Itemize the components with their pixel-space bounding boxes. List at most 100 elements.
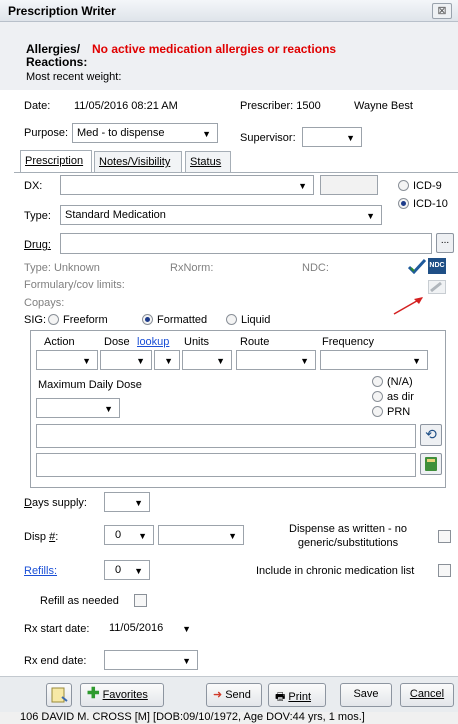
print-button[interactable]: 🖶 Print — [268, 683, 326, 707]
drug-reference-icon[interactable]: NDC — [428, 258, 446, 274]
icd9-radio[interactable]: ICD-9 — [398, 180, 442, 192]
sig-liquid-radio[interactable]: Liquid — [226, 314, 270, 326]
action-header: Action — [44, 336, 75, 348]
favorites-button[interactable]: ✚ Favorites — [80, 683, 164, 707]
radio-icon — [372, 406, 383, 417]
radio-selected-icon — [142, 314, 153, 325]
frequency-header: Frequency — [322, 336, 374, 348]
chevron-down-icon: ▼ — [82, 356, 91, 366]
prescriber-label: Prescriber: 1500 — [240, 100, 321, 112]
chronic-label: Include in chronic medication list — [256, 565, 415, 577]
chevron-down-icon: ▼ — [164, 356, 173, 366]
sig-freeform-radio[interactable]: Freeform — [48, 314, 108, 326]
formulary-label: Formulary/cov limits: — [24, 279, 125, 291]
days-supply-select[interactable]: ▼ — [104, 492, 150, 512]
dx-label: DX: — [24, 180, 43, 192]
refill-as-needed-label: Refill as needed — [40, 595, 119, 607]
chevron-down-icon: ▼ — [182, 656, 191, 666]
notes-button[interactable] — [46, 683, 72, 707]
tab-divider — [14, 172, 458, 173]
checkmark-icon[interactable] — [407, 258, 427, 275]
printer-icon: 🖶 — [275, 691, 286, 703]
refresh-icon[interactable]: ⟲ — [420, 424, 442, 446]
start-date-value: 11/05/2016 — [109, 622, 164, 634]
close-button[interactable]: ⊠ — [432, 3, 452, 19]
units-select[interactable]: ▼ — [182, 350, 232, 370]
type-value: Standard Medication — [65, 209, 166, 221]
radio-icon — [48, 314, 59, 325]
dose-fraction-select[interactable]: ▼ — [154, 350, 180, 370]
refills-select[interactable]: 0 ▼ — [104, 560, 150, 580]
sig-formatted-radio[interactable]: Formatted — [142, 314, 207, 326]
chevron-down-icon: ▼ — [412, 356, 421, 366]
date-label: Date: — [24, 100, 51, 112]
action-select[interactable]: ▼ — [36, 350, 98, 370]
sig-note-field[interactable] — [36, 453, 416, 477]
copays-label: Copays: — [24, 297, 65, 309]
drug-lookup-button[interactable]: ... — [436, 233, 454, 253]
send-arrow-icon: ➜ — [213, 689, 223, 701]
refill-as-needed-checkbox[interactable] — [134, 594, 147, 607]
drug-input[interactable] — [60, 233, 432, 254]
chevron-down-icon: ▼ — [300, 356, 309, 366]
prn-radio[interactable]: PRN — [372, 406, 410, 418]
save-button[interactable]: Save — [340, 683, 392, 707]
disp-quantity-select[interactable]: 0 ▼ — [104, 525, 154, 545]
end-date-label: Rx end date: — [24, 655, 87, 667]
chevron-down-icon: ▼ — [366, 211, 375, 221]
radio-icon — [226, 314, 237, 325]
disp-unit-select[interactable]: ▼ — [158, 525, 244, 545]
window-title: Prescription Writer — [8, 4, 116, 18]
chevron-down-icon: ▼ — [136, 356, 145, 366]
type-info: Type: Unknown — [24, 262, 100, 274]
dose-select[interactable]: ▼ — [100, 350, 152, 370]
refills-value: 0 — [115, 564, 122, 576]
na-radio[interactable]: (N/A) — [372, 376, 413, 388]
rxnorm-label: RxNorm: — [170, 262, 214, 274]
prescriber-name: Wayne Best — [354, 100, 413, 112]
status-bar: 106 DAVID M. CROSS [M] [DOB:09/10/1972, … — [0, 712, 458, 724]
disp-label: Disp #: — [24, 531, 59, 543]
purpose-select[interactable]: Med - to dispense ▼ — [72, 123, 218, 143]
chevron-down-icon: ▼ — [346, 133, 355, 143]
send-button[interactable]: ➜ Send — [206, 683, 262, 707]
tab-notes-visibility[interactable]: Notes/Visibility — [94, 151, 182, 172]
patient-status: 106 DAVID M. CROSS [M] [DOB:09/10/1972, … — [20, 712, 365, 723]
tab-status[interactable]: Status — [185, 151, 231, 172]
end-date-select[interactable]: ▼ — [104, 650, 198, 670]
days-supply-label: Days supply: — [24, 497, 87, 509]
units-header: Units — [184, 336, 210, 348]
chevron-down-icon: ▼ — [134, 566, 143, 576]
frequency-select[interactable]: ▼ — [320, 350, 428, 370]
route-select[interactable]: ▼ — [236, 350, 316, 370]
tab-prescription[interactable]: Prescription — [20, 150, 92, 172]
notepad-icon — [51, 687, 68, 703]
max-daily-dose-select[interactable]: ▼ — [36, 398, 120, 418]
chronic-checkbox[interactable] — [438, 564, 451, 577]
icd10-radio[interactable]: ICD-10 — [398, 198, 448, 210]
route-header: Route — [240, 336, 270, 348]
dose-header: Dose — [104, 336, 130, 348]
weight-label: Most recent weight: — [26, 71, 122, 83]
start-date-select[interactable]: 11/05/2016 ▼ — [104, 618, 198, 638]
radio-icon — [372, 391, 383, 402]
refills-link[interactable]: Refills: — [24, 565, 57, 577]
plus-icon: ✚ — [87, 685, 100, 702]
dx-code-field[interactable] — [320, 175, 378, 195]
chevron-down-icon: ▼ — [216, 356, 225, 366]
chevron-down-icon: ▼ — [228, 531, 237, 541]
as-dir-radio[interactable]: as dir — [372, 391, 414, 403]
type-select[interactable]: Standard Medication ▼ — [60, 205, 382, 225]
title-bar: Prescription Writer ⊠ — [0, 0, 458, 22]
cancel-button[interactable]: Cancel — [400, 683, 454, 707]
dose-lookup-link[interactable]: lookup — [137, 336, 169, 348]
supervisor-select[interactable]: ▼ — [302, 127, 362, 147]
daw-checkbox[interactable] — [438, 530, 451, 543]
purpose-label: Purpose: — [24, 127, 69, 139]
book-icon[interactable] — [420, 453, 442, 475]
sig-text-field[interactable] — [36, 424, 416, 448]
radio-icon — [398, 180, 409, 191]
red-arrow-annotation — [392, 292, 432, 316]
chevron-down-icon: ▼ — [104, 404, 113, 414]
dx-select[interactable]: ▼ — [60, 175, 314, 195]
